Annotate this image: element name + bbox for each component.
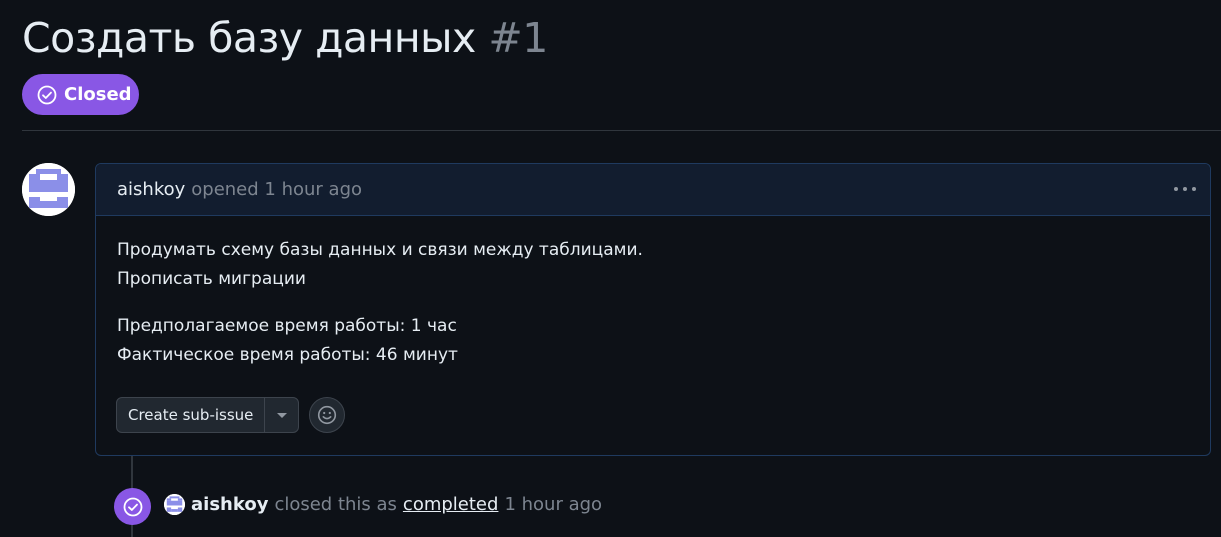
smiley-icon <box>318 405 337 425</box>
add-reaction-button[interactable] <box>309 397 346 433</box>
issue-state-badge: Closed <box>22 74 139 115</box>
closed-event-badge <box>114 488 151 525</box>
comment-author[interactable]: aishkoy <box>117 179 185 200</box>
completed-link[interactable]: completed <box>403 494 499 515</box>
event-actor[interactable]: aishkoy <box>191 494 268 515</box>
identicon-avatar-image <box>22 163 75 216</box>
comment-timestamp: opened 1 hour ago <box>191 179 363 200</box>
comment-body: Продумать схему базы данных и связи межд… <box>96 216 1210 370</box>
comment-line: Фактическое время работы: 46 минут <box>117 345 458 365</box>
kebab-horizontal-icon[interactable] <box>1174 178 1196 200</box>
issue-title: Создать базу данных #1 <box>22 10 548 66</box>
issue-title-text: Создать базу данных <box>22 14 476 62</box>
triangle-down-icon <box>276 412 287 418</box>
header-divider <box>22 130 1221 131</box>
comment-line: Предполагаемое время работы: 1 час <box>117 316 457 336</box>
comment-line: Продумать схему базы данных и связи межд… <box>117 240 643 260</box>
check-circle-icon <box>123 497 142 516</box>
actor-avatar[interactable] <box>164 494 185 515</box>
issue-comment: aishkoy opened 1 hour ago Продумать схем… <box>95 163 1211 456</box>
event-action-text: closed this as <box>274 494 397 515</box>
comment-paragraph: Продумать схему базы данных и связи межд… <box>117 236 1189 294</box>
identicon-avatar-image <box>164 494 185 515</box>
comment-line: Прописать миграции <box>117 269 306 289</box>
issue-page: Создать базу данных #1 Closed aishkoy op… <box>0 0 1221 537</box>
comment-actions: Create sub-issue <box>116 397 346 433</box>
create-sub-issue-dropdown[interactable] <box>265 398 298 432</box>
author-avatar[interactable] <box>22 163 75 216</box>
comment-paragraph: Предполагаемое время работы: 1 час Факти… <box>117 312 1189 370</box>
timeline-event-closed: aishkoy closed this as completed 1 hour … <box>164 494 602 515</box>
comment-header: aishkoy opened 1 hour ago <box>96 164 1210 216</box>
create-sub-issue-split-button: Create sub-issue <box>116 397 300 433</box>
issue-state-label: Closed <box>64 84 132 105</box>
create-sub-issue-button[interactable]: Create sub-issue <box>117 398 266 432</box>
event-time: 1 hour ago <box>504 494 603 515</box>
issue-number: #1 <box>488 14 548 62</box>
check-circle-icon <box>37 85 57 104</box>
